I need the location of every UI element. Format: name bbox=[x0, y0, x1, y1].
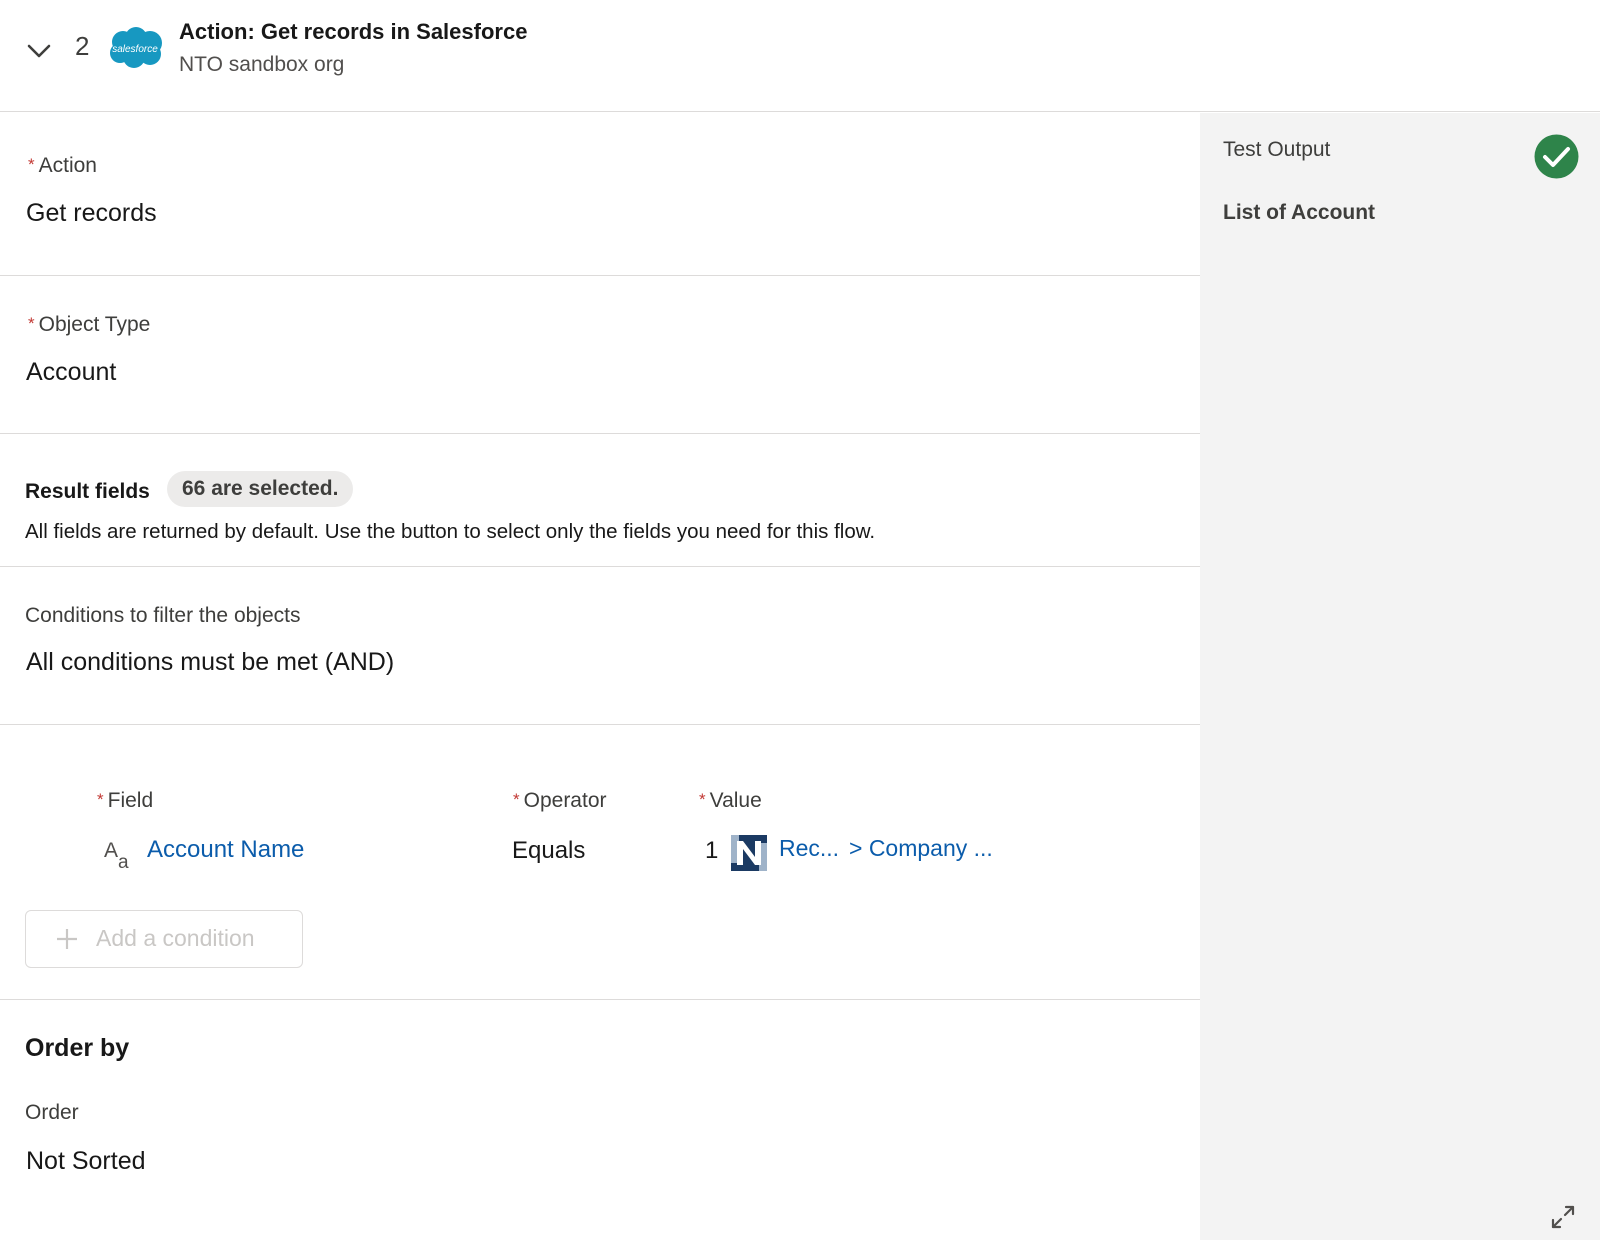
action-section: * Action Get records bbox=[0, 113, 1200, 276]
object-type-value[interactable]: Account bbox=[26, 358, 116, 387]
add-condition-label: Add a condition bbox=[96, 925, 255, 951]
netsuite-icon bbox=[731, 835, 767, 871]
required-marker: * bbox=[28, 155, 35, 174]
test-output-value[interactable]: List of Account bbox=[1223, 201, 1375, 225]
connection-name: NTO sandbox org bbox=[179, 53, 345, 76]
test-output-label: Test Output bbox=[1223, 138, 1331, 161]
add-condition-button[interactable]: Add a condition bbox=[25, 910, 303, 968]
order-value[interactable]: Not Sorted bbox=[26, 1147, 146, 1176]
condition-operator-value[interactable]: Equals bbox=[512, 837, 585, 865]
order-by-section: Order by Order Not Sorted bbox=[0, 1001, 1200, 1240]
step-header: 2 salesforce Action: Get records in Sale… bbox=[0, 0, 1600, 112]
object-type-label: * Object Type bbox=[28, 313, 151, 336]
salesforce-logo-icon: salesforce bbox=[110, 27, 162, 68]
field-column-label: * Field bbox=[97, 789, 154, 812]
condition-rows-section: * Field * Operator * Value A a Account Name… bbox=[0, 726, 1200, 1000]
condition-field-value[interactable]: Account Name bbox=[147, 836, 304, 864]
svg-text:a: a bbox=[118, 852, 129, 871]
condition-step-index: 1 bbox=[705, 837, 719, 864]
step-title: Action: Get records in Salesforce bbox=[179, 19, 528, 44]
required-marker: * bbox=[97, 790, 104, 809]
object-type-section: * Object Type Account bbox=[0, 277, 1200, 434]
conditions-label: Conditions to filter the objects bbox=[25, 604, 301, 627]
plus-icon bbox=[57, 929, 77, 949]
text-type-icon: A a bbox=[104, 839, 129, 871]
action-config-panel: * Action Get records * Object Type Account… bbox=[0, 113, 1200, 1240]
required-marker: * bbox=[699, 790, 706, 809]
order-label: Order bbox=[25, 1101, 79, 1124]
condition-value-record[interactable]: Rec... bbox=[779, 835, 839, 862]
value-column-label: * Value bbox=[699, 789, 762, 812]
result-fields-count-badge[interactable]: 66 are selected. bbox=[167, 471, 354, 507]
result-fields-section: Result fields 66 are selected. All field… bbox=[0, 435, 1200, 567]
test-output-panel: Test Output List of Account bbox=[1200, 113, 1600, 1240]
conditions-logic-value[interactable]: All conditions must be met (AND) bbox=[26, 648, 394, 677]
success-check-icon bbox=[1534, 134, 1579, 179]
expand-icon[interactable] bbox=[1550, 1204, 1576, 1230]
svg-text:A: A bbox=[104, 839, 118, 862]
result-fields-help-text: All fields are returned by default. Use … bbox=[25, 520, 876, 543]
result-fields-label: Result fields bbox=[25, 480, 150, 503]
required-marker: * bbox=[28, 314, 35, 333]
condition-value-field[interactable]: > Company ... bbox=[849, 835, 993, 862]
operator-column-label: * Operator bbox=[513, 789, 607, 812]
step-number: 2 bbox=[75, 31, 90, 61]
chevron-down-icon[interactable] bbox=[26, 38, 52, 64]
order-by-title: Order by bbox=[25, 1034, 130, 1062]
salesforce-logo-text: salesforce bbox=[112, 44, 158, 55]
action-label: * Action bbox=[28, 154, 97, 177]
required-marker: * bbox=[513, 790, 520, 809]
action-value[interactable]: Get records bbox=[26, 199, 157, 228]
conditions-section: Conditions to filter the objects All con… bbox=[0, 568, 1200, 725]
